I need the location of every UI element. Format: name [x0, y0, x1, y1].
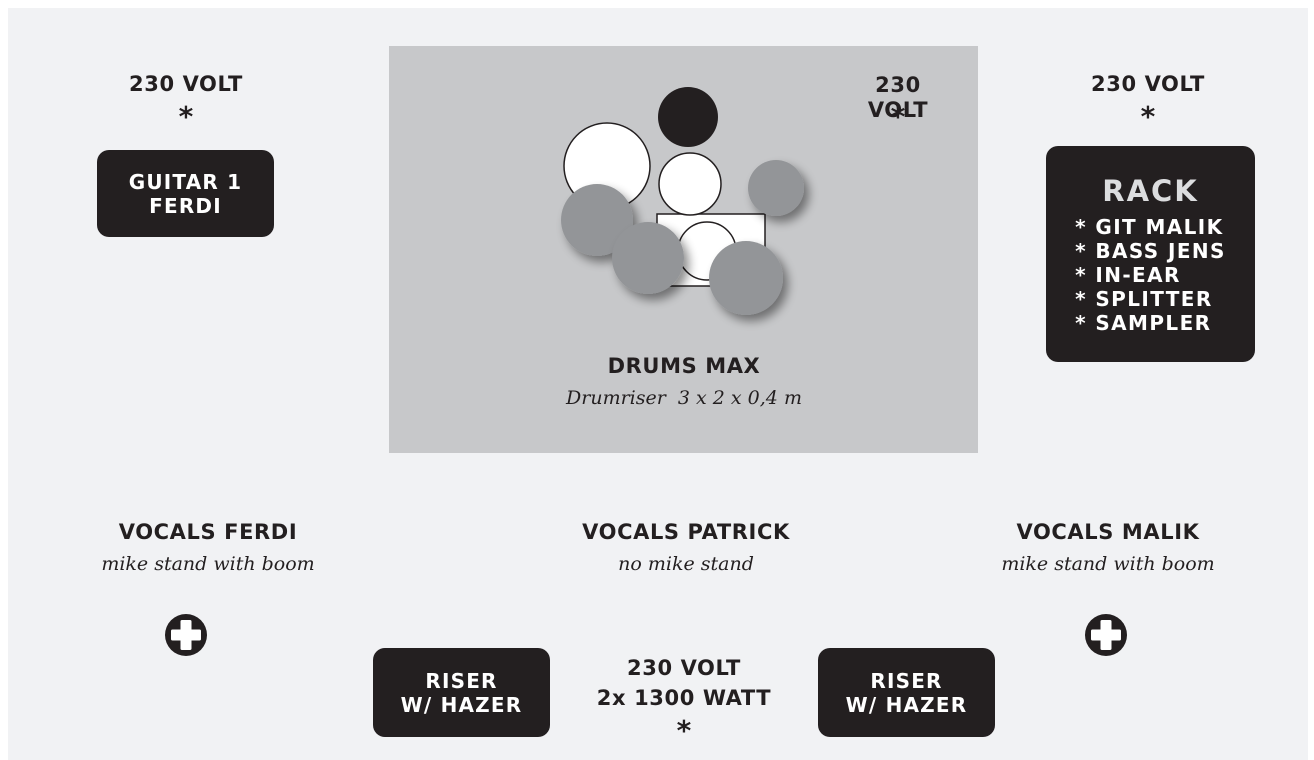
- riser-right-line2: W/ HAZER: [845, 692, 968, 717]
- power-label-top-left: 230 VOLT: [129, 72, 243, 96]
- stage-plot: 230 VOLT * GUITAR 1 FERDI 230 VOLT * DRU…: [8, 8, 1308, 760]
- rack-item: * SAMPLER: [1075, 311, 1212, 335]
- rack-item: * BASS JENS: [1075, 239, 1226, 263]
- rack-box: RACK * GIT MALIK * BASS JENS * IN-EAR * …: [1046, 146, 1255, 362]
- riser-hazer-left-box: RISER W/ HAZER: [373, 648, 550, 737]
- riser-right-line1: RISER: [870, 668, 943, 693]
- mic-stand-plus-icon: [1085, 614, 1127, 656]
- power-wattage-bottom: 2x 1300 WATT: [596, 686, 772, 710]
- vocals-patrick-note: no mike stand: [618, 553, 754, 575]
- drums-title: DRUMS MAX: [607, 354, 761, 378]
- vocals-malik-title: VOCALS MALIK: [1016, 520, 1200, 544]
- rack-item-list: * GIT MALIK * BASS JENS * IN-EAR * SPLIT…: [1075, 215, 1226, 335]
- vocals-ferdi-title: VOCALS FERDI: [118, 520, 298, 544]
- riser-hazer-right-box: RISER W/ HAZER: [818, 648, 995, 737]
- rack-item: * IN-EAR: [1075, 263, 1181, 287]
- rack-title: RACK: [1102, 174, 1199, 208]
- guitar-box-line2: FERDI: [149, 193, 222, 218]
- power-label-top-right: 230 VOLT: [1091, 72, 1205, 96]
- cymbal-gray-center-icon: [612, 222, 684, 294]
- mic-stand-plus-icon: [165, 614, 207, 656]
- guitar-1-box: GUITAR 1 FERDI: [97, 150, 274, 237]
- power-marker-top-left: *: [178, 100, 194, 133]
- vocals-patrick-title: VOCALS PATRICK: [582, 520, 790, 544]
- power-marker-bottom: *: [676, 714, 692, 747]
- vocals-malik-note: mike stand with boom: [1001, 553, 1215, 575]
- riser-left-line1: RISER: [425, 668, 498, 693]
- bass-drum-icon: [658, 87, 718, 147]
- power-marker-top-center: *: [890, 100, 906, 133]
- floor-tom-right-icon: [748, 160, 804, 216]
- cymbal-gray-right-icon: [709, 241, 783, 315]
- drums-subtitle: Drumriser 3 x 2 x 0,4 m: [566, 387, 802, 409]
- power-marker-top-right: *: [1140, 100, 1156, 133]
- power-label-bottom: 230 VOLT: [627, 656, 741, 680]
- tom-icon: [658, 152, 722, 216]
- rack-item: * GIT MALIK: [1075, 215, 1224, 239]
- rack-item: * SPLITTER: [1075, 287, 1213, 311]
- riser-left-line2: W/ HAZER: [400, 692, 523, 717]
- guitar-box-line1: GUITAR 1: [128, 169, 243, 194]
- drum-riser: 230 VOLT * DRUMS MAX Drumriser 3 x 2 x 0…: [389, 46, 978, 453]
- vocals-ferdi-note: mike stand with boom: [101, 553, 315, 575]
